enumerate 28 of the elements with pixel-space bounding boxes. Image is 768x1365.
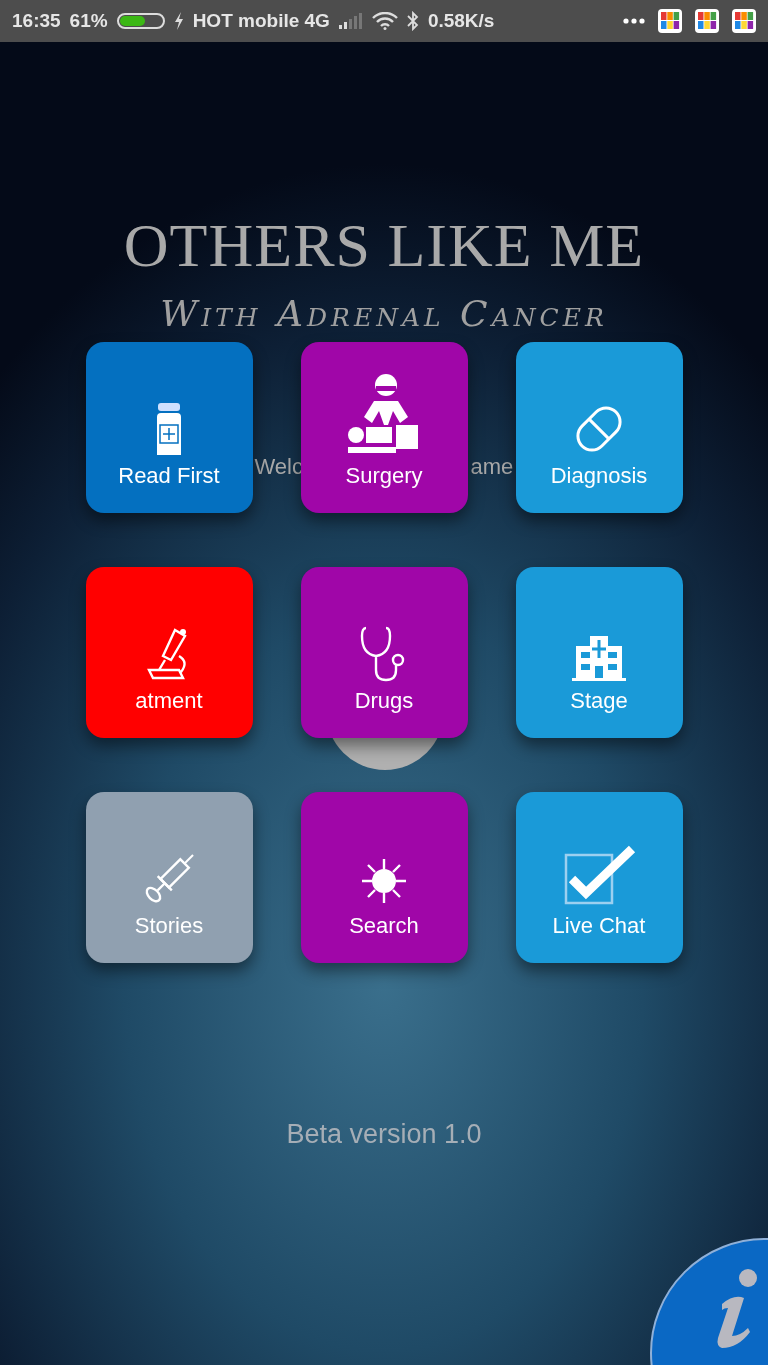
version-text: Beta version 1.0 — [286, 1119, 482, 1150]
menu-tile[interactable]: Stage — [515, 567, 683, 738]
battery-percent: 61% — [69, 10, 108, 32]
hospital-icon — [570, 634, 628, 682]
more-icon — [623, 18, 645, 24]
wifi-icon — [371, 12, 398, 30]
menu-tile[interactable]: Search — [300, 792, 468, 963]
menu-tile[interactable]: Drugs — [300, 567, 468, 738]
charging-icon — [173, 12, 184, 30]
bluetooth-icon — [406, 11, 419, 31]
clock: 16:35 — [12, 10, 61, 32]
carrier-name: HOT mobile 4G — [192, 10, 330, 32]
welcome-text: ame — [470, 454, 514, 480]
app-icon — [732, 9, 756, 33]
signal-icon — [338, 13, 363, 29]
menu-tile[interactable]: Live Chat — [515, 792, 683, 963]
app-title: OTHERS LIKE ME — [123, 210, 645, 280]
menu-tile[interactable]: Read First — [85, 342, 253, 513]
checkmark-icon — [562, 845, 636, 907]
menu-tile[interactable]: Diagnosis — [515, 342, 683, 513]
menu-tile[interactable]: atment — [85, 567, 253, 738]
menu-tile[interactable]: Surgery — [300, 342, 468, 513]
network-speed: 0.58K/s — [427, 10, 495, 32]
welcome-text: Welc — [254, 454, 303, 480]
app-icon — [695, 9, 719, 33]
app-subtitle: With Adrenal Cancer — [160, 292, 608, 336]
app-icon — [658, 9, 682, 33]
menu-tile[interactable]: Stories — [85, 792, 253, 963]
